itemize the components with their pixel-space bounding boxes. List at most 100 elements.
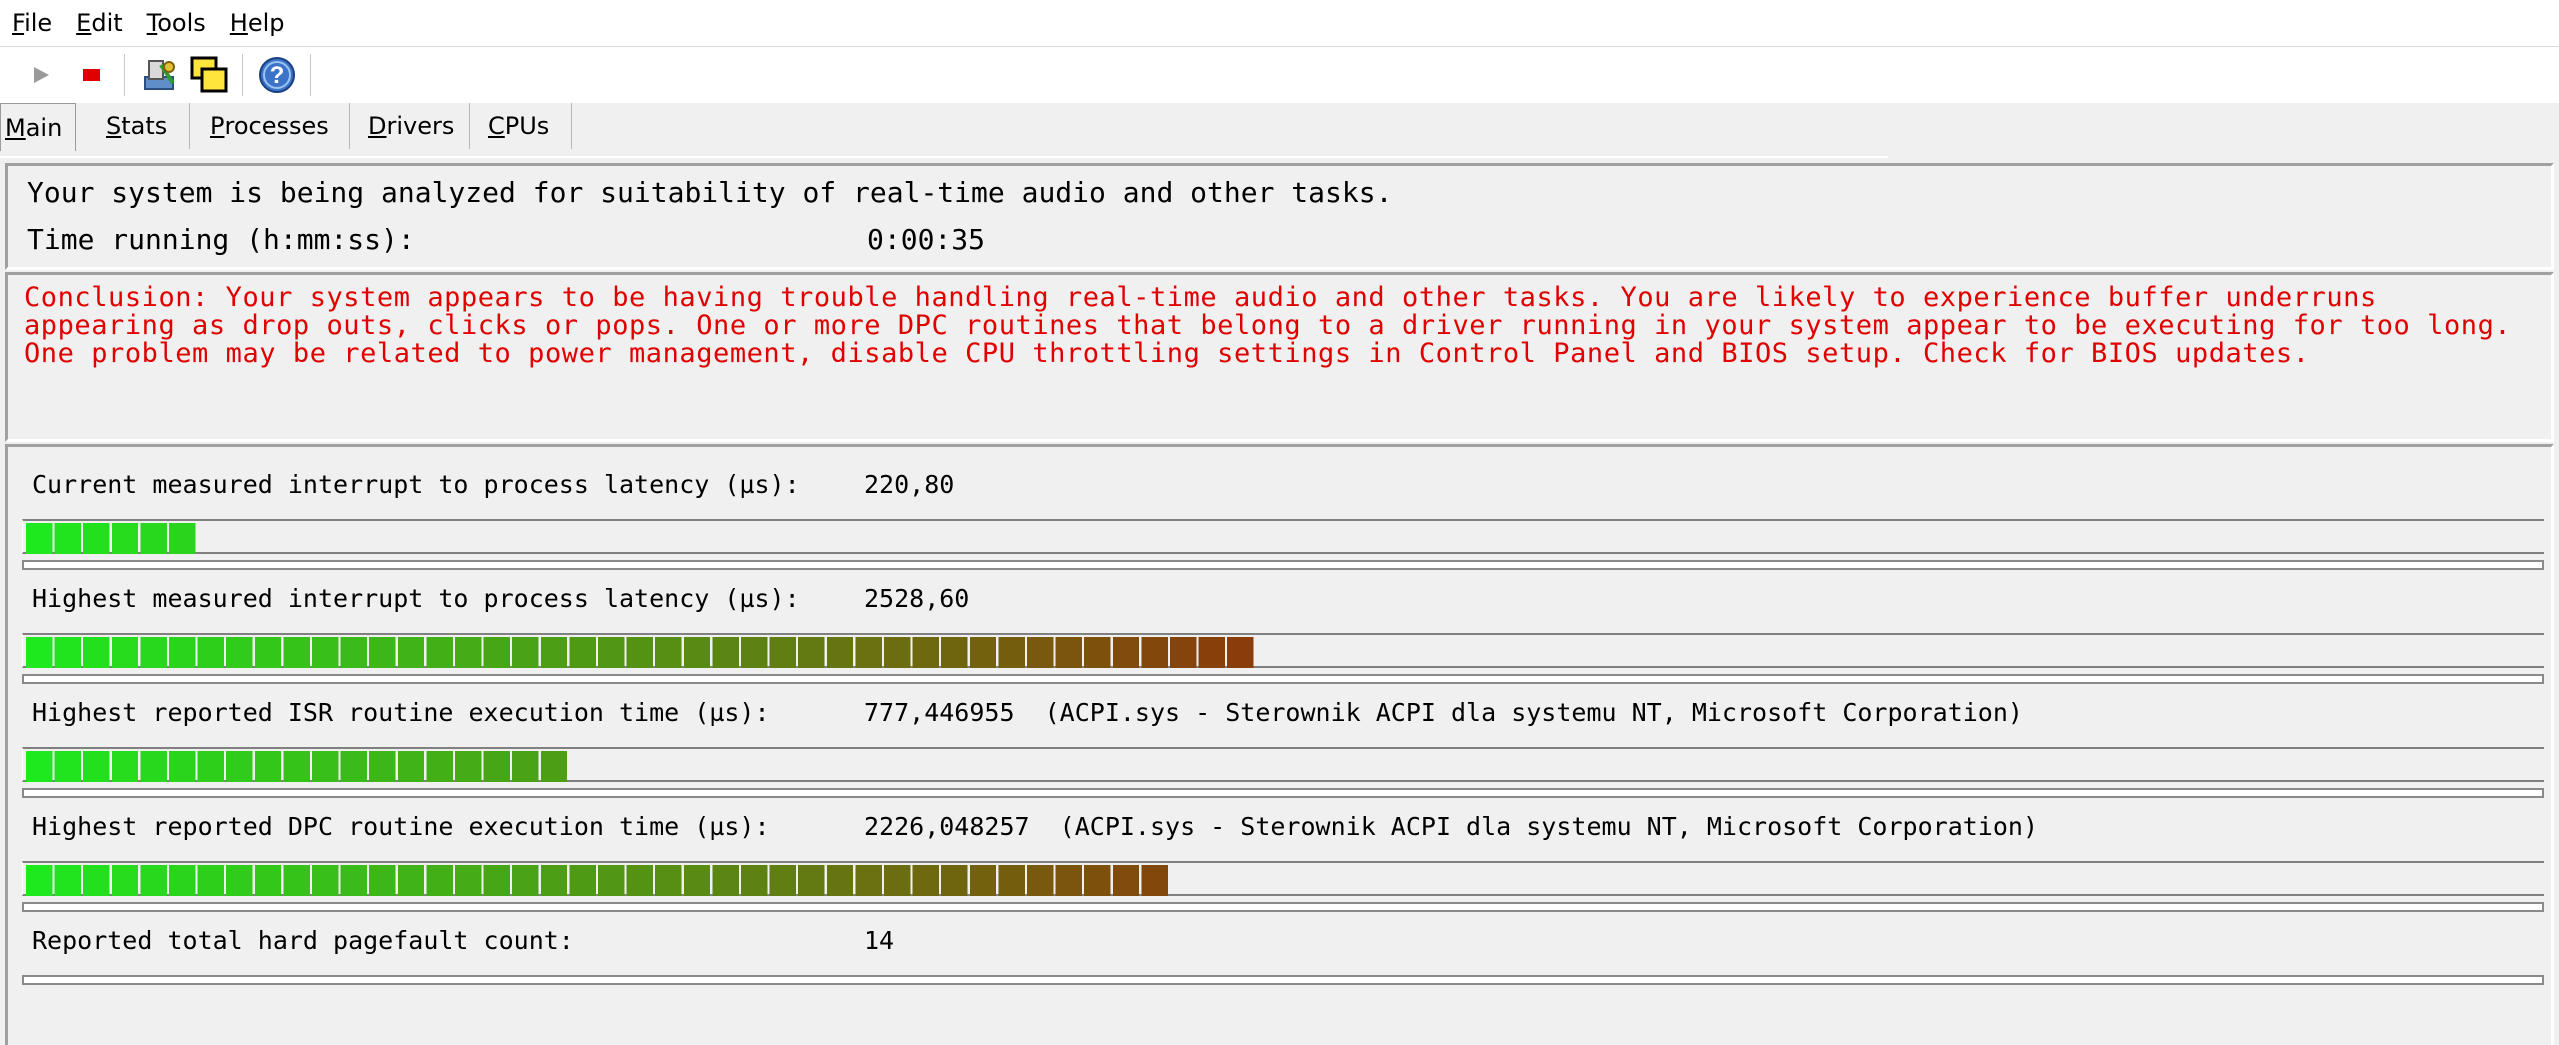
toolbar-separator — [242, 54, 244, 96]
play-button[interactable] — [18, 52, 64, 98]
bar-segment — [998, 637, 1025, 668]
tab-main[interactable]: Main — [0, 103, 76, 151]
bar-segment — [1027, 865, 1054, 896]
bar-segment — [83, 865, 110, 896]
bar-segment — [83, 523, 110, 554]
menu-edit[interactable]: Edit — [76, 9, 122, 37]
bar-segment — [254, 751, 282, 782]
bar-segment — [26, 637, 53, 668]
bar-segment — [798, 865, 825, 896]
bar-segment — [769, 637, 796, 668]
bar-segment — [1084, 865, 1111, 896]
bar-segment — [283, 865, 310, 896]
conclusion-panel: Conclusion: Your system appears to be ha… — [5, 272, 2554, 442]
bar-segment — [483, 865, 510, 896]
bar-segment — [169, 865, 196, 896]
bar-segment — [226, 637, 253, 668]
bar-segment — [483, 637, 510, 668]
bar-segment — [1055, 637, 1082, 668]
bar-segment — [426, 637, 453, 668]
bar-baseline — [22, 788, 2544, 798]
bar-segment — [712, 865, 739, 896]
bar-segment — [169, 523, 196, 554]
isr-time-value: 777,446955 (ACPI.sys - Sterownik ACPI dl… — [864, 698, 2023, 727]
bar-segment — [140, 523, 167, 554]
current-latency-label: Current measured interrupt to process la… — [32, 470, 800, 499]
bar-segment — [683, 865, 711, 896]
bar-segment — [254, 637, 282, 668]
bar-segment — [1112, 865, 1140, 896]
bar-segment — [283, 637, 310, 668]
bar-segment — [655, 865, 682, 896]
bar-segment — [340, 637, 367, 668]
bar-segment — [569, 865, 596, 896]
svg-text:?: ? — [270, 62, 285, 89]
settings-button[interactable] — [136, 52, 182, 98]
highest-latency-value: 2528,60 — [864, 584, 970, 613]
bar-segment — [197, 865, 224, 896]
bar-segment — [683, 637, 711, 668]
menu-help[interactable]: Help — [230, 9, 285, 37]
toolbar-separator — [310, 54, 312, 96]
bar-segment — [855, 865, 882, 896]
bar-segment — [483, 751, 510, 782]
bar-segment — [226, 865, 253, 896]
tab-strip: Main Stats Processes Drivers C PUs — [0, 103, 2559, 151]
bar-segment — [111, 637, 139, 668]
tab-stats[interactable]: Stats — [86, 103, 190, 149]
bar-segment — [884, 865, 911, 896]
bar-segment — [1027, 637, 1054, 668]
conclusion-text: Conclusion: Your system appears to be ha… — [24, 282, 2512, 369]
tab-divider — [0, 156, 1888, 158]
bar-segment — [1198, 637, 1225, 668]
bar-baseline — [22, 902, 2544, 912]
dpc-time-bar — [22, 861, 2544, 896]
bar-segment — [826, 865, 854, 896]
bar-segment — [512, 637, 539, 668]
status-panel: Your system is being analyzed for suitab… — [5, 163, 2554, 270]
bar-segment — [312, 865, 339, 896]
bar-segment — [312, 637, 339, 668]
help-button[interactable]: ? — [254, 52, 300, 98]
tab-cpus[interactable]: C PUs — [468, 103, 572, 149]
isr-time-label: Highest reported ISR routine execution t… — [32, 698, 770, 727]
stop-button[interactable] — [68, 52, 114, 98]
help-icon: ? — [259, 57, 295, 93]
bar-segment — [969, 637, 997, 668]
settings-icon — [144, 60, 175, 90]
bar-segment — [455, 751, 482, 782]
bar-segment — [254, 865, 282, 896]
windows-icon — [190, 56, 228, 93]
bar-segment — [826, 637, 854, 668]
bar-segment — [83, 637, 110, 668]
bar-baseline — [22, 560, 2544, 570]
bar-segment — [1055, 865, 1082, 896]
current-latency-bar — [22, 519, 2544, 554]
bar-segment — [54, 751, 81, 782]
tab-processes[interactable]: Processes — [190, 103, 350, 149]
bar-segment — [540, 865, 568, 896]
time-running-value: 0:00:35 — [867, 223, 986, 256]
windows-button[interactable] — [186, 52, 232, 98]
bar-segment — [941, 637, 968, 668]
bar-baseline — [22, 975, 2544, 985]
bar-segment — [111, 751, 139, 782]
pagefault-count-label: Reported total hard pagefault count: — [32, 926, 574, 955]
menu-file[interactable]: File — [12, 9, 52, 37]
bar-segment — [455, 637, 482, 668]
bar-segment — [26, 865, 53, 896]
isr-time-bar — [22, 747, 2544, 782]
isr-time-bar-fill — [26, 751, 568, 782]
menu-tools[interactable]: Tools — [147, 9, 206, 37]
bar-segment — [111, 865, 139, 896]
bar-segment — [140, 637, 167, 668]
bar-segment — [54, 523, 81, 554]
bar-segment — [998, 865, 1025, 896]
bar-segment — [712, 637, 739, 668]
bar-segment — [197, 751, 224, 782]
tab-drivers[interactable]: Drivers — [348, 103, 470, 149]
bar-segment — [340, 751, 367, 782]
bar-segment — [369, 751, 396, 782]
dpc-time-value: 2226,048257 (ACPI.sys - Sterownik ACPI d… — [864, 812, 2038, 841]
pagefault-count-value: 14 — [864, 926, 895, 955]
